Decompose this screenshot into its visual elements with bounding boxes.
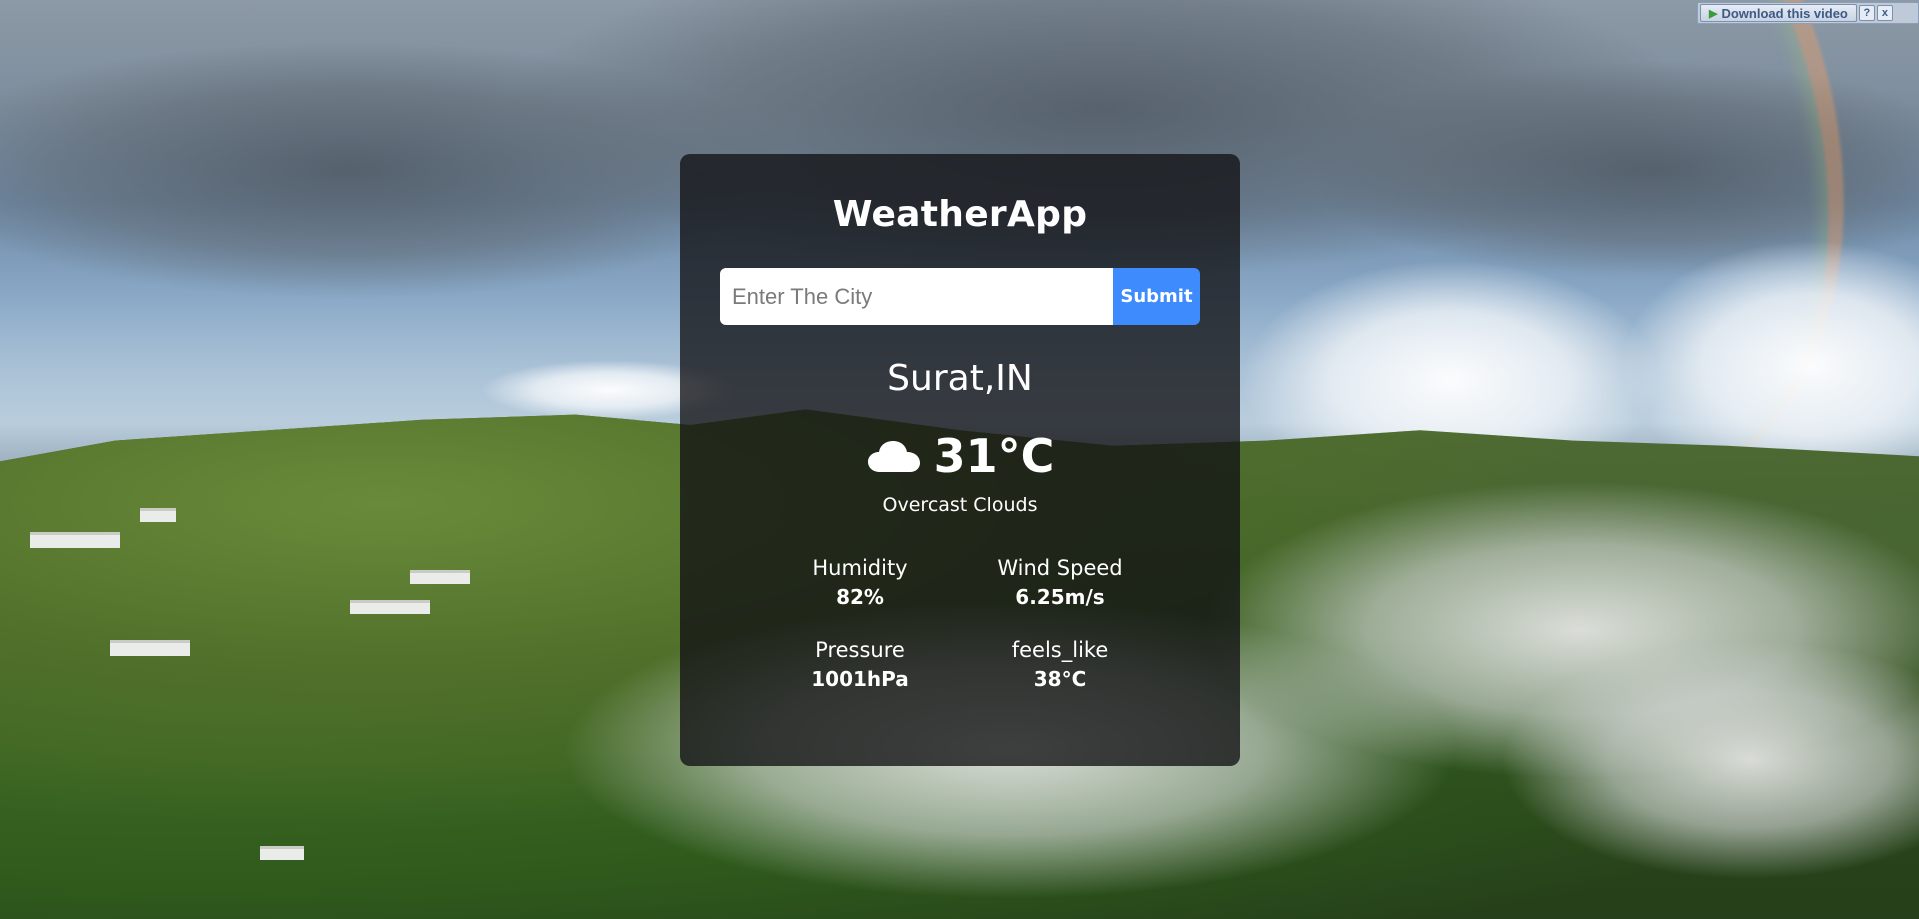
wind-speed-stat: Wind Speed 6.25m/s [980,555,1140,611]
search-form: Submit [720,268,1200,325]
feels-like-stat: feels_like 38°C [980,637,1140,693]
house [410,570,470,584]
download-video-button[interactable]: ▶ Download this video [1700,4,1857,22]
play-icon: ▶ [1709,7,1718,20]
weather-stats: Humidity 82% Wind Speed 6.25m/s Pressure… [780,555,1140,693]
submit-button[interactable]: Submit [1113,268,1200,325]
humidity-label: Humidity [812,556,908,580]
house [260,846,304,860]
wind-speed-value: 6.25m/s [1015,585,1105,609]
house [140,508,176,522]
help-button[interactable]: ? [1858,5,1875,21]
download-video-label: Download this video [1721,5,1848,21]
house [110,640,190,656]
humidity-stat: Humidity 82% [780,555,940,611]
pressure-value: 1001hPa [811,667,909,691]
pressure-stat: Pressure 1001hPa [780,637,940,693]
temperature-value: 31°C [933,429,1055,483]
weather-card: WeatherApp Submit Surat,IN 31°C Overcast… [680,154,1240,766]
weather-condition: Overcast Clouds [882,494,1038,516]
house [350,600,430,614]
app-title: WeatherApp [832,194,1088,235]
cloud-icon [867,441,920,472]
feels-like-label: feels_like [1011,638,1109,662]
video-download-bar: ▶ Download this video ? x [1697,2,1919,24]
humidity-value: 82% [836,585,884,609]
city-input[interactable] [720,268,1113,325]
feels-like-value: 38°C [1033,667,1087,691]
house [30,532,120,548]
pressure-label: Pressure [815,638,905,662]
wind-speed-label: Wind Speed [997,556,1123,580]
temperature-row: 31°C [866,429,1055,483]
city-name: Surat,IN [887,358,1033,399]
close-button[interactable]: x [1876,5,1893,21]
